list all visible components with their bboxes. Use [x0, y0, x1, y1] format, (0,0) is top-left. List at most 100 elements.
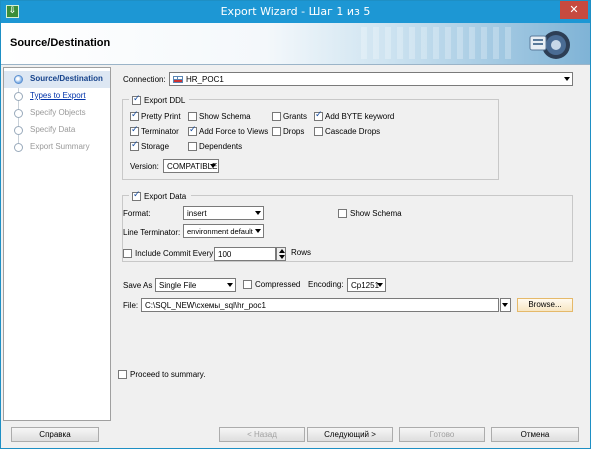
window-title: Export Wizard - Шаг 1 из 5: [220, 5, 371, 18]
export-ddl-label: Export DDL: [144, 96, 186, 105]
file-path-value: C:\SQL_NEW\схемы_sql\hr_poc1: [145, 301, 266, 310]
show-schema-checkbox[interactable]: [188, 112, 197, 121]
pretty-print-label: Pretty Print: [141, 112, 181, 121]
commit-rows-value: 100: [218, 250, 232, 259]
next-button[interactable]: Следующий >: [307, 427, 393, 442]
sql-developer-logo-icon: [529, 31, 570, 59]
chevron-down-icon: [564, 77, 570, 81]
chevron-down-icon: [227, 283, 233, 287]
export-wizard-window: ⇩ Export Wizard - Шаг 1 из 5 ✕ Source/De…: [0, 0, 591, 449]
step-types-to-export[interactable]: Types to Export: [4, 88, 110, 105]
commit-rows-spinner[interactable]: [276, 247, 286, 261]
terminator-checkbox[interactable]: [130, 125, 139, 136]
close-button[interactable]: ✕: [560, 1, 588, 19]
dependents-checkbox[interactable]: [188, 142, 197, 151]
step-indicator-icon: [14, 126, 23, 135]
encoding-value: Cp1251: [351, 281, 380, 290]
include-commit-label: Include Commit Every: [135, 249, 214, 258]
show-schema-data-checkbox[interactable]: [338, 209, 347, 218]
format-label: Format:: [123, 209, 151, 218]
wizard-button-bar: Справка < Назад Следующий > Готово Отмен…: [1, 421, 590, 448]
back-button[interactable]: < Назад: [219, 427, 305, 442]
show-schema-data-label: Show Schema: [350, 209, 402, 218]
step-source-destination[interactable]: Source/Destination: [4, 71, 110, 88]
version-label: Version:: [130, 162, 159, 171]
browse-button[interactable]: Browse...: [517, 298, 573, 312]
cascade-drops-label: Cascade Drops: [325, 127, 381, 136]
grants-label: Grants: [283, 112, 308, 121]
line-terminator-select[interactable]: environment default: [183, 224, 264, 238]
step-specify-data: Specify Data: [4, 122, 110, 139]
step-label: Source/Destination: [30, 74, 103, 83]
connection-value: HR_POC1: [186, 75, 224, 84]
rows-label: Rows: [291, 248, 312, 257]
cancel-button[interactable]: Отмена: [491, 427, 579, 442]
line-terminator-label: Line Terminator:: [123, 228, 181, 237]
add-byte-keyword-label: Add BYTE keyword: [325, 112, 395, 121]
step-indicator-icon: [14, 92, 23, 101]
database-connection-icon: [173, 76, 183, 83]
step-label: Specify Objects: [30, 108, 86, 117]
export-data-label: Export Data: [144, 192, 187, 201]
step-label: Types to Export: [30, 91, 86, 100]
export-data-checkbox[interactable]: [132, 190, 141, 201]
add-force-to-views-checkbox[interactable]: [188, 125, 197, 136]
chevron-down-icon: [210, 164, 216, 168]
add-byte-keyword-checkbox[interactable]: [314, 110, 323, 121]
drops-checkbox[interactable]: [272, 127, 281, 136]
export-data-legend: Export Data: [129, 190, 191, 202]
chevron-down-icon: [502, 303, 508, 307]
connection-select[interactable]: HR_POC1: [169, 72, 573, 86]
step-indicator-icon: [14, 75, 23, 84]
cascade-drops-checkbox[interactable]: [314, 127, 323, 136]
line-terminator-value: environment default: [187, 227, 253, 236]
step-specify-objects: Specify Objects: [4, 105, 110, 122]
grants-checkbox[interactable]: [272, 112, 281, 121]
wizard-steps-panel: Source/Destination Types to Export Speci…: [3, 67, 111, 421]
header-decoration: [361, 27, 511, 59]
pretty-print-checkbox[interactable]: [130, 110, 139, 121]
step-label: Export Summary: [30, 142, 90, 151]
save-as-select[interactable]: Single File: [155, 278, 236, 292]
wizard-header: Source/Destination: [1, 23, 590, 65]
save-as-label: Save As: [123, 281, 153, 290]
proceed-to-summary-checkbox[interactable]: [118, 370, 127, 379]
step-indicator-icon: [14, 109, 23, 118]
drops-label: Drops: [283, 127, 305, 136]
file-history-dropdown[interactable]: [500, 298, 511, 312]
encoding-select[interactable]: Cp1251: [347, 278, 386, 292]
compressed-checkbox[interactable]: [243, 280, 252, 289]
connection-label: Connection:: [123, 75, 166, 84]
export-ddl-legend: Export DDL: [129, 94, 189, 106]
version-select[interactable]: COMPATIBLE: [163, 159, 219, 173]
export-ddl-checkbox[interactable]: [132, 94, 141, 105]
chevron-down-icon: [377, 283, 383, 287]
spinner-up-icon[interactable]: [279, 249, 285, 253]
include-commit-checkbox[interactable]: [123, 249, 132, 258]
dependents-label: Dependents: [199, 142, 243, 151]
file-path-input[interactable]: C:\SQL_NEW\схемы_sql\hr_poc1: [141, 298, 499, 312]
format-value: insert: [187, 209, 207, 218]
add-force-to-views-label: Add Force to Views: [199, 127, 269, 136]
storage-label: Storage: [141, 142, 170, 151]
step-indicator-icon: [14, 143, 23, 152]
commit-rows-input[interactable]: 100: [214, 247, 276, 261]
step-export-summary: Export Summary: [4, 139, 110, 156]
file-label: File:: [123, 301, 139, 310]
wizard-content: Connection: HR_POC1 Export DDL Pretty Pr…: [112, 67, 588, 421]
chevron-down-icon: [255, 229, 261, 233]
compressed-label: Compressed: [255, 280, 301, 289]
proceed-to-summary-label: Proceed to summary.: [130, 370, 206, 379]
help-button[interactable]: Справка: [11, 427, 99, 442]
finish-button[interactable]: Готово: [399, 427, 485, 442]
terminator-label: Terminator: [141, 127, 179, 136]
title-bar: ⇩ Export Wizard - Шаг 1 из 5 ✕: [1, 1, 590, 23]
show-schema-label: Show Schema: [199, 112, 251, 121]
chevron-down-icon: [255, 211, 261, 215]
save-as-value: Single File: [159, 281, 197, 290]
storage-checkbox[interactable]: [130, 140, 139, 151]
spinner-down-icon[interactable]: [279, 255, 285, 259]
encoding-label: Encoding:: [308, 280, 344, 289]
step-label: Specify Data: [30, 125, 76, 134]
format-select[interactable]: insert: [183, 206, 264, 220]
